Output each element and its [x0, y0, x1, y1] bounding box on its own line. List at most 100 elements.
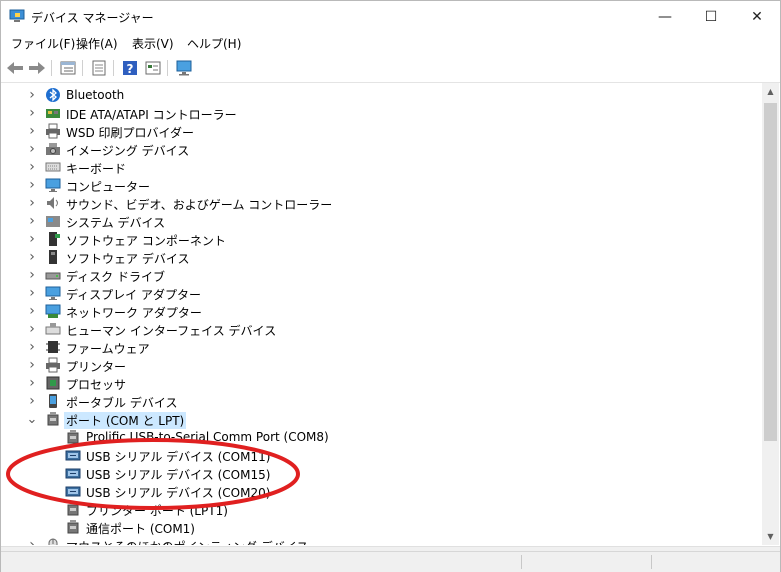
scroll-up-icon[interactable]: ▲ [762, 83, 779, 100]
tree-category[interactable]: › ネットワーク アダプター [3, 302, 761, 320]
network-adapter-icon [45, 303, 61, 319]
expand-chevron-icon[interactable]: › [27, 267, 37, 283]
tree-category[interactable]: › ヒューマン インターフェイス デバイス [3, 320, 761, 338]
tree-device[interactable]: USB シリアル デバイス (COM20) [3, 482, 761, 500]
expand-chevron-icon[interactable]: › [27, 285, 37, 301]
vertical-scrollbar[interactable]: ▲ ▼ [762, 83, 779, 545]
expand-chevron-icon[interactable]: › [27, 357, 37, 373]
monitor-icon [45, 177, 61, 193]
resources-view-button[interactable] [143, 58, 163, 78]
menu-file[interactable]: ファイル(F) [11, 35, 75, 52]
tree-device[interactable]: プリンター ポート (LPT1) [3, 500, 761, 518]
system-folder-icon [45, 213, 61, 229]
tree-category[interactable]: › システム デバイス [3, 212, 761, 230]
expand-chevron-icon[interactable]: › [27, 213, 37, 229]
expand-chevron-icon[interactable]: › [27, 321, 37, 337]
tree-node-label: ディスプレイ アダプター [66, 288, 201, 302]
expand-chevron-icon[interactable]: › [27, 393, 37, 409]
bluetooth-icon [45, 87, 61, 103]
port-icon [65, 519, 81, 535]
tree-device[interactable]: Prolific USB-to-Serial Comm Port (COM8) [3, 428, 761, 446]
expand-chevron-icon[interactable]: › [27, 249, 37, 265]
tree-node-label: コンピューター [66, 180, 151, 194]
minimize-button[interactable]: — [642, 1, 688, 32]
tree-category[interactable]: › ソフトウェア デバイス [3, 248, 761, 266]
tree-node-label: システム デバイス [66, 216, 166, 230]
menu-action[interactable]: 操作(A) [76, 35, 118, 52]
tree-category[interactable]: › Bluetooth [3, 86, 761, 104]
menu-bar: ファイル(F) 操作(A) 表示(V) ヘルプ(H) [1, 32, 780, 53]
usb-serial-icon [65, 447, 81, 463]
help-button[interactable]: ? [120, 58, 140, 78]
printer-provider-icon [45, 123, 61, 139]
tree-category[interactable]: › ディスプレイ アダプター [3, 284, 761, 302]
tree-category[interactable]: › キーボード [3, 158, 761, 176]
tree-category[interactable]: › サウンド、ビデオ、およびゲーム コントローラー [3, 194, 761, 212]
tree-category[interactable]: › マウスとそのほかのポインティング デバイス [3, 536, 761, 545]
update-view-button[interactable] [89, 58, 109, 78]
forward-button[interactable] [27, 58, 47, 78]
back-button[interactable] [5, 58, 25, 78]
expand-chevron-icon[interactable]: › [27, 375, 37, 391]
expand-chevron-icon[interactable]: › [27, 231, 37, 247]
menu-help[interactable]: ヘルプ(H) [187, 35, 241, 52]
tree-node-label: ポータブル デバイス [66, 396, 178, 410]
tree-category[interactable]: › ポータブル デバイス [3, 392, 761, 410]
tree-category[interactable]: › ファームウェア [3, 338, 761, 356]
properties-view-button[interactable] [58, 58, 78, 78]
maximize-button[interactable]: ☐ [688, 1, 734, 32]
expand-chevron-icon[interactable]: › [27, 87, 37, 103]
tree-category[interactable]: › IDE ATA/ATAPI コントローラー [3, 104, 761, 122]
tree-category[interactable]: › コンピューター [3, 176, 761, 194]
scroll-down-icon[interactable]: ▼ [762, 528, 779, 545]
tree-category[interactable]: › ソフトウェア コンポーネント [3, 230, 761, 248]
forward-arrow-icon [29, 62, 45, 74]
tree-node-label: ディスク ドライブ [66, 270, 165, 284]
expand-chevron-icon[interactable]: › [27, 123, 37, 139]
tree-category[interactable]: ⌄ ポート (COM と LPT) [3, 410, 761, 429]
expand-chevron-icon[interactable]: › [27, 105, 37, 121]
tree-category[interactable]: › ディスク ドライブ [3, 266, 761, 284]
tree-node-label: サウンド、ビデオ、およびゲーム コントローラー [66, 198, 333, 212]
hid-icon [45, 321, 61, 337]
tree-node-label: USB シリアル デバイス (COM11) [86, 450, 271, 464]
tree-category[interactable]: › プリンター [3, 356, 761, 374]
tree-device[interactable]: 通信ポート (COM1) [3, 518, 761, 536]
tree-category[interactable]: › WSD 印刷プロバイダー [3, 122, 761, 140]
device-tree[interactable]: › Bluetooth › IDE ATA/ATAPI コントローラー › WSD 印刷プ… [3, 83, 761, 545]
tree-node-label: ソフトウェア コンポーネント [66, 234, 226, 248]
expand-chevron-icon[interactable]: › [27, 339, 37, 355]
scan-hardware-button[interactable] [174, 58, 194, 78]
tree-device[interactable]: USB シリアル デバイス (COM11) [3, 446, 761, 464]
tree-node-label: キーボード [66, 162, 127, 176]
mouse-icon [45, 537, 61, 545]
expand-chevron-icon[interactable]: › [27, 195, 37, 211]
expand-chevron-icon[interactable]: › [27, 141, 37, 157]
tree-node-label: IDE ATA/ATAPI コントローラー [66, 108, 237, 122]
tree-category[interactable]: › プロセッサ [3, 374, 761, 392]
tree-category[interactable]: › イメージング デバイス [3, 140, 761, 158]
tree-node-label: Bluetooth [66, 88, 125, 102]
menu-view[interactable]: 表示(V) [132, 35, 174, 52]
scrollbar-thumb[interactable] [764, 103, 777, 441]
close-button[interactable]: ✕ [734, 1, 780, 32]
window-title: デバイス マネージャー [31, 11, 154, 25]
firmware-icon [45, 339, 61, 355]
expand-chevron-icon[interactable]: › [27, 177, 37, 193]
tree-node-label: WSD 印刷プロバイダー [66, 126, 195, 140]
expand-chevron-icon[interactable]: › [27, 537, 37, 545]
title-bar: デバイス マネージャー — ☐ ✕ [1, 1, 780, 32]
console-tree-icon [145, 61, 161, 75]
tree-node-label: プリンター [66, 360, 127, 374]
tree-node-label: ポート (COM と LPT) [64, 412, 187, 429]
tree-node-label: USB シリアル デバイス (COM15) [86, 468, 271, 482]
tree-node-label: ネットワーク アダプター [66, 306, 202, 320]
tree-device[interactable]: USB シリアル デバイス (COM15) [3, 464, 761, 482]
portable-device-icon [45, 393, 61, 409]
help-icon: ? [123, 61, 137, 76]
collapse-chevron-icon[interactable]: ⌄ [27, 412, 38, 427]
keyboard-icon [45, 159, 61, 175]
expand-chevron-icon[interactable]: › [27, 159, 37, 175]
expand-chevron-icon[interactable]: › [27, 303, 37, 319]
tree-node-label: ヒューマン インターフェイス デバイス [66, 324, 277, 338]
